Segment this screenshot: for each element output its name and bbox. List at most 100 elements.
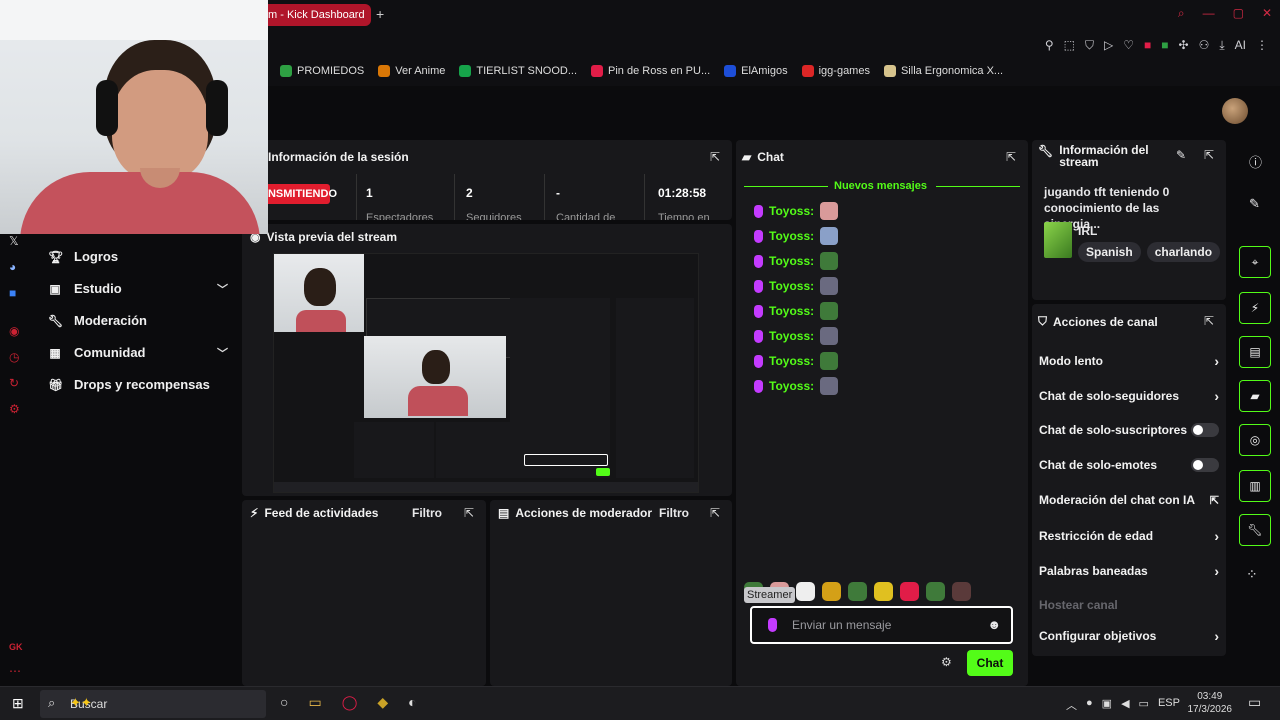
profile-icon[interactable]: ⚇ bbox=[1199, 38, 1210, 53]
sidebar-item-drops[interactable]: 🎁︎ Drops y recompensas bbox=[48, 377, 228, 392]
chat-message[interactable]: Toyoss: bbox=[754, 277, 839, 295]
share-icon[interactable]: ↻ bbox=[9, 376, 19, 390]
chat-username[interactable]: Toyoss: bbox=[769, 254, 814, 268]
minimize-button[interactable]: — bbox=[1203, 6, 1215, 21]
quick-notes-button[interactable]: ▤ bbox=[1239, 336, 1271, 368]
notifications-icon[interactable]: ▭ bbox=[1248, 694, 1261, 711]
popout-icon[interactable]: ⇱ bbox=[710, 150, 720, 164]
network-icon[interactable]: ▭ bbox=[1139, 697, 1149, 713]
quick-layout-button[interactable]: ▥ bbox=[1239, 470, 1271, 502]
chat-message[interactable]: Toyoss: bbox=[754, 202, 839, 220]
emote-icon[interactable] bbox=[952, 582, 971, 601]
quick-clip-button[interactable]: ⌖ bbox=[1239, 246, 1271, 278]
taskbar-clock[interactable]: 03:49 17/3/2026 bbox=[1188, 690, 1233, 716]
chat-username[interactable]: Toyoss: bbox=[769, 354, 814, 368]
taskbar-search[interactable]: ⌕ Buscar ✦✦ bbox=[40, 690, 266, 718]
channel-action-row[interactable]: Configurar objetivos › bbox=[1039, 628, 1219, 644]
menu-icon[interactable]: ⋮ bbox=[1256, 38, 1268, 53]
app-icon[interactable]: ■ bbox=[9, 286, 16, 300]
puzzle-icon[interactable]: ✣ bbox=[1179, 38, 1189, 53]
info-icon[interactable]: ⓘ bbox=[1249, 152, 1262, 171]
bookmark-item[interactable]: TIERLIST SNOOD... bbox=[459, 65, 577, 77]
chat-message[interactable]: Toyoss: bbox=[754, 352, 839, 370]
opera-icon[interactable]: ◯ bbox=[342, 694, 358, 711]
sidebar-item-moderacion[interactable]: 🔧︎ Moderación bbox=[48, 313, 228, 328]
streamer-badge-icon[interactable] bbox=[768, 618, 777, 632]
apps-icon[interactable]: ⁘ bbox=[1246, 566, 1258, 583]
emote-icon[interactable] bbox=[796, 582, 815, 601]
windows-start-icon[interactable]: ⊞ bbox=[12, 695, 24, 712]
league-icon[interactable]: ◆ bbox=[377, 694, 388, 711]
bookmark-item[interactable]: ElAmigos bbox=[724, 65, 788, 77]
chat-username[interactable]: Toyoss: bbox=[769, 204, 814, 218]
language-label[interactable]: ESP bbox=[1158, 697, 1180, 713]
obs-icon[interactable]: ◐ bbox=[408, 694, 416, 711]
x-icon[interactable]: 𝕏 bbox=[9, 234, 19, 248]
chat-message[interactable]: Toyoss: bbox=[754, 377, 839, 395]
chevron-up-icon[interactable]: ︿ bbox=[1066, 697, 1077, 713]
channel-action-row[interactable]: Palabras baneadas › bbox=[1039, 563, 1219, 579]
pin-icon[interactable]: ⚲ bbox=[1045, 38, 1054, 53]
record-icon[interactable]: ◉ bbox=[9, 324, 19, 338]
chat-message[interactable]: Toyoss: bbox=[754, 252, 839, 270]
quick-chat-button[interactable]: ▰ bbox=[1239, 380, 1271, 412]
quick-raid-button[interactable]: ⚡︎ bbox=[1239, 292, 1271, 324]
bookmark-item[interactable]: PROMIEDOS bbox=[280, 65, 364, 77]
popout-icon[interactable]: ⇱ bbox=[710, 506, 720, 520]
edit-icon[interactable]: ✎ bbox=[1176, 148, 1186, 162]
quick-broadcast-button[interactable]: ◎ bbox=[1239, 424, 1271, 456]
chat-username[interactable]: Toyoss: bbox=[769, 304, 814, 318]
discord-icon[interactable]: ◕ bbox=[9, 260, 16, 274]
bookmark-item[interactable]: Ver Anime bbox=[378, 65, 445, 77]
channel-action-row[interactable]: Chat de solo-emotes bbox=[1039, 458, 1219, 472]
chat-username[interactable]: Toyoss: bbox=[769, 279, 814, 293]
emote-icon[interactable] bbox=[874, 582, 893, 601]
chat-send-button[interactable]: Chat bbox=[967, 650, 1013, 676]
file-explorer-icon[interactable]: ▭ bbox=[308, 694, 321, 711]
bookmark-item[interactable]: igg-games bbox=[801, 65, 870, 77]
ai-button[interactable]: AI bbox=[1235, 38, 1246, 53]
popout-icon[interactable]: ⇱ bbox=[1204, 148, 1214, 162]
browser-tab-active[interactable]: m - Kick Dashboard bbox=[258, 4, 371, 26]
chat-message[interactable]: Toyoss: bbox=[754, 302, 839, 320]
chat-message[interactable]: Toyoss: bbox=[754, 327, 839, 345]
emote-icon[interactable] bbox=[926, 582, 945, 601]
emote-icon[interactable] bbox=[848, 582, 867, 601]
activity-filter-button[interactable]: Filtro bbox=[412, 506, 442, 520]
more-icon[interactable]: ⋯ bbox=[9, 664, 21, 678]
mod-filter-button[interactable]: Filtro bbox=[659, 506, 689, 520]
chat-message[interactable]: Toyoss: bbox=[754, 227, 839, 245]
sidebar-item-comunidad[interactable]: ▦ Comunidad ﹀ bbox=[48, 345, 228, 360]
pencil-icon[interactable]: ✎ bbox=[1249, 196, 1260, 212]
toggle-switch[interactable] bbox=[1191, 458, 1219, 472]
download-icon[interactable]: ⤓ bbox=[1219, 38, 1224, 53]
chat-input[interactable]: Enviar un mensaje ☻ bbox=[750, 606, 1013, 644]
popout-icon[interactable]: ⇱ bbox=[1204, 314, 1214, 328]
bookmark-item[interactable]: Pin de Ross en PU... bbox=[591, 65, 710, 77]
emote-icon[interactable] bbox=[900, 582, 919, 601]
sidebar-item-estudio[interactable]: ▣ Estudio ﹀ bbox=[48, 281, 228, 296]
shield-icon[interactable]: ⛉ bbox=[1085, 38, 1094, 53]
new-messages-divider[interactable]: Nuevos mensajes bbox=[744, 178, 1020, 194]
channel-action-row[interactable]: Modo lento › bbox=[1039, 353, 1219, 369]
task-view-icon[interactable]: ○ bbox=[280, 694, 288, 711]
new-tab-button[interactable]: + bbox=[376, 6, 384, 22]
maximize-button[interactable]: ▢ bbox=[1233, 6, 1244, 21]
popout-icon[interactable]: ⇱ bbox=[1006, 150, 1016, 164]
channel-action-row[interactable]: Moderación del chat con IA ⇱ bbox=[1039, 493, 1219, 507]
speaker-icon[interactable]: ◀ bbox=[1121, 697, 1129, 713]
extension-red-icon[interactable]: ■ bbox=[1144, 38, 1151, 53]
heart-icon[interactable]: ♡ bbox=[1123, 38, 1134, 53]
quick-tools-button[interactable]: 🔧︎ bbox=[1239, 514, 1271, 546]
chat-settings-icon[interactable]: ⚙ bbox=[941, 655, 952, 669]
chat-username[interactable]: Toyoss: bbox=[769, 229, 814, 243]
close-button[interactable]: ✕ bbox=[1262, 6, 1272, 21]
chat-username[interactable]: Toyoss: bbox=[769, 329, 814, 343]
emote-icon[interactable] bbox=[822, 582, 841, 601]
mic-icon[interactable]: ● bbox=[1086, 697, 1093, 713]
gear-icon[interactable]: ⚙ bbox=[9, 402, 20, 416]
search-tabs-icon[interactable]: ⌕ bbox=[1178, 6, 1185, 21]
clock-icon[interactable]: ◷ bbox=[9, 350, 19, 364]
bookmark-item[interactable]: Silla Ergonomica X... bbox=[883, 65, 1003, 77]
play-icon[interactable]: ▷ bbox=[1104, 38, 1113, 53]
